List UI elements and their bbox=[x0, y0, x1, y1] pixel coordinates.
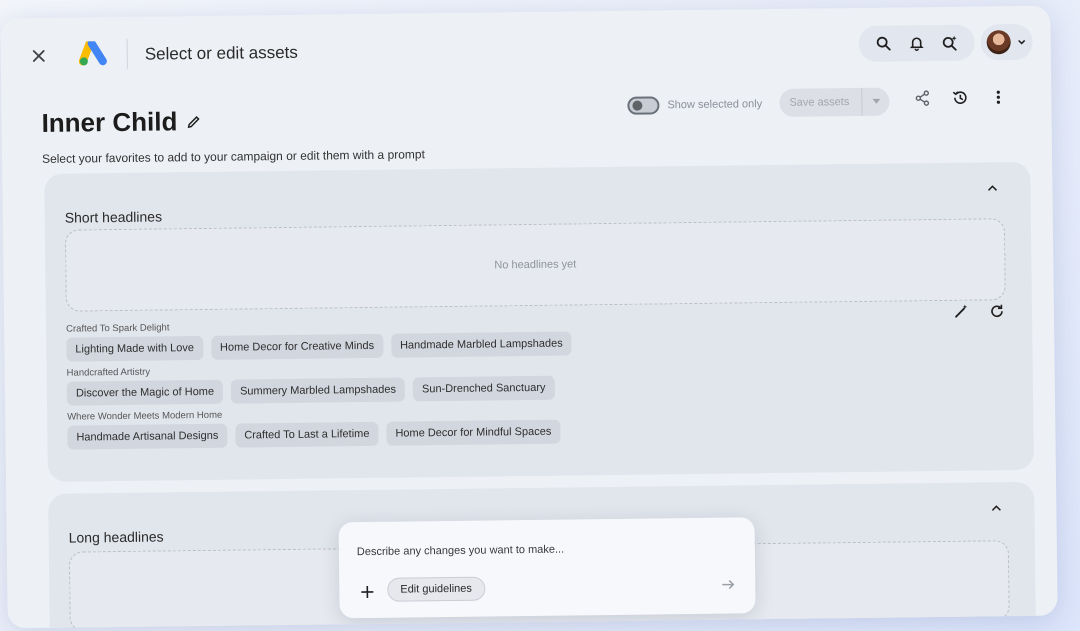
headline-chip[interactable]: Home Decor for Creative Minds bbox=[210, 333, 384, 360]
headline-group: Crafted To Spark Delight Lighting Made w… bbox=[66, 317, 572, 362]
google-ads-logo bbox=[78, 39, 109, 67]
save-assets-label: Save assets bbox=[789, 96, 850, 109]
headline-chip[interactable]: Crafted To Last a Lifetime bbox=[235, 421, 379, 448]
page-title: Inner Child bbox=[41, 106, 201, 139]
headline-chip[interactable]: Home Decor for Mindful Spaces bbox=[386, 419, 561, 446]
headlines-dropzone[interactable]: No headlines yet bbox=[64, 218, 1006, 312]
header-divider bbox=[126, 38, 128, 69]
prompt-input[interactable] bbox=[356, 541, 717, 559]
pencil-icon[interactable] bbox=[185, 113, 201, 129]
toggle-label: Show selected only bbox=[667, 98, 763, 112]
history-icon[interactable] bbox=[949, 87, 971, 109]
account-menu[interactable] bbox=[980, 23, 1033, 61]
share-icon[interactable] bbox=[911, 87, 933, 109]
assets-window: Select or edit assets Inner Child Select… bbox=[0, 5, 1058, 629]
chevron-down-icon bbox=[1018, 39, 1026, 45]
headline-chip[interactable]: Summery Marbled Lampshades bbox=[230, 377, 406, 404]
refresh-icon[interactable] bbox=[986, 300, 1008, 322]
show-selected-toggle-group: Show selected only bbox=[627, 95, 762, 115]
long-headlines-title: Long headlines bbox=[68, 528, 164, 546]
headline-group: Where Wonder Meets Modern Home Handmade … bbox=[67, 405, 573, 450]
chevron-up-icon[interactable] bbox=[984, 180, 1000, 196]
chevron-up-icon[interactable] bbox=[988, 500, 1004, 516]
headline-group: Handcrafted Artistry Discover the Magic … bbox=[66, 361, 573, 406]
headline-groups: Crafted To Spark Delight Lighting Made w… bbox=[66, 317, 573, 455]
top-bar: Select or edit assets bbox=[0, 6, 1051, 89]
headline-chip[interactable]: Handmade Marbled Lampshades bbox=[390, 331, 572, 358]
short-headlines-card: Short headlines No headlines yet Crafted… bbox=[44, 161, 1034, 482]
app-title: Select or edit assets bbox=[144, 42, 298, 64]
empty-state-text: No headlines yet bbox=[494, 258, 577, 272]
headline-chip[interactable]: Sun-Drenched Sanctuary bbox=[412, 375, 555, 402]
headline-chip[interactable]: Lighting Made with Love bbox=[66, 335, 204, 362]
headline-chip[interactable]: Discover the Magic of Home bbox=[66, 379, 224, 406]
bell-icon[interactable] bbox=[907, 33, 927, 53]
headline-chip[interactable]: Handmade Artisanal Designs bbox=[67, 423, 228, 450]
magic-wand-icon[interactable] bbox=[950, 301, 972, 323]
more-vert-icon[interactable] bbox=[987, 86, 1009, 108]
page-title-text: Inner Child bbox=[41, 106, 178, 138]
page-tools bbox=[911, 86, 1009, 109]
prompt-box: Edit guidelines bbox=[338, 517, 756, 619]
edit-guidelines-button[interactable]: Edit guidelines bbox=[387, 576, 486, 602]
close-icon[interactable] bbox=[29, 46, 49, 66]
spark-search-icon[interactable] bbox=[940, 33, 960, 53]
avatar bbox=[986, 30, 1011, 55]
show-selected-toggle[interactable] bbox=[627, 96, 660, 115]
add-icon[interactable] bbox=[359, 584, 375, 600]
dropdown-arrow-icon[interactable] bbox=[861, 87, 890, 116]
search-icon[interactable] bbox=[873, 34, 893, 54]
suggestion-tools bbox=[950, 300, 1008, 323]
page-subtitle: Select your favorites to add to your cam… bbox=[41, 147, 425, 166]
header-actions bbox=[858, 24, 975, 62]
send-arrow-icon[interactable] bbox=[719, 575, 737, 593]
short-headlines-title: Short headlines bbox=[64, 208, 163, 226]
save-assets-button[interactable]: Save assets bbox=[779, 87, 890, 117]
